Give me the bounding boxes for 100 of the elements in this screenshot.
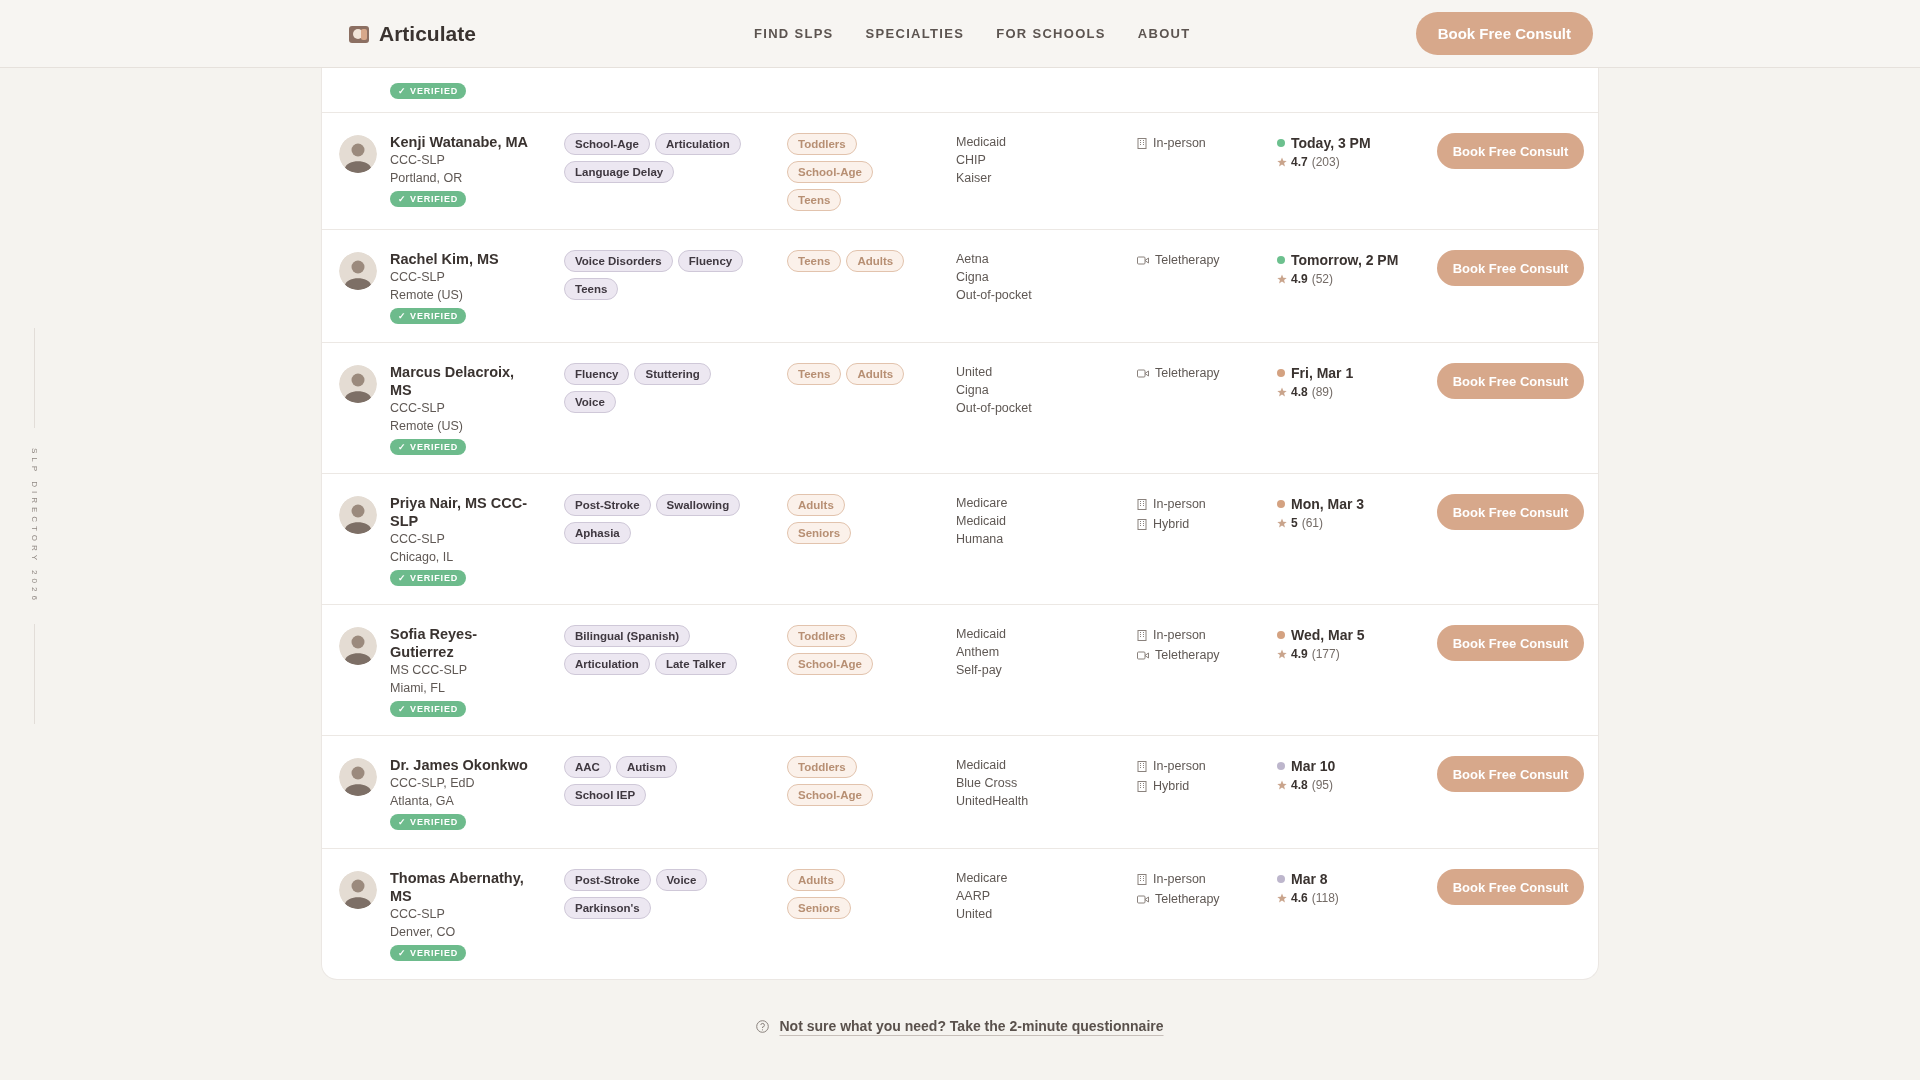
specialty-tag: Teens [564,278,619,300]
avatar [339,871,377,909]
book-consult-button[interactable]: Book Free Consult [1437,494,1584,530]
session-format: Teletherapy [1155,891,1220,908]
avatar [339,758,377,796]
specialty-tag: Voice [564,391,616,413]
verified-badge: ✓ VERIFIED [390,308,466,324]
star-icon [1277,893,1287,903]
avatar [339,135,377,173]
video-camera-icon [1137,368,1149,378]
specialty-tag: Post-Stroke [564,869,651,891]
location: Denver, CO [390,924,456,941]
book-consult-button[interactable]: Book Free Consult [1437,625,1584,661]
location: Chicago, IL [390,549,454,566]
insurance-name: Humana [956,531,1004,548]
specialty-tag: School IEP [564,784,647,806]
session-format: In-person [1153,496,1206,513]
specialty-tag: Articulation [564,653,650,675]
insurance-name: AARP [956,888,991,905]
star-icon [1277,157,1287,167]
specialty-tag: Aphasia [564,522,631,544]
avatar [339,627,377,665]
specialty-tag: Parkinson's [564,897,651,919]
insurance-name: United [956,906,993,923]
specialty-tag: Swallowing [655,494,741,516]
book-consult-button[interactable]: Book Free Consult [1437,133,1584,169]
insurance-name: UnitedHealth [956,793,1029,810]
credential: MS CCC-SLP [390,662,468,679]
avatar [339,252,377,290]
verified-badge: ✓ VERIFIED [390,439,466,455]
specialty-tag: Language Delay [564,161,675,183]
next-availability: Mar 10 [1291,758,1336,774]
insurance-name: Medicaid [956,513,1007,530]
star-icon [1277,387,1287,397]
age-group-tag: Toddlers [787,625,857,647]
rating: 4.7 [1291,155,1308,169]
insurance-name: Medicaid [956,757,1007,774]
insurance-name: Kaiser [956,170,992,187]
rating: 5 [1291,516,1298,530]
book-consult-button[interactable]: Book Free Consult [1437,756,1584,792]
provider-name: Priya Nair, MS CCC-SLP [390,494,528,530]
specialty-tag: Post-Stroke [564,494,651,516]
age-group-tag: Adults [787,869,845,891]
questionnaire-link[interactable]: Not sure what you need? Take the 2-minute questionnaire [779,1018,1164,1034]
age-group-tag: Seniors [787,897,852,919]
session-format: In-person [1153,135,1206,152]
insurance-name: Medicaid [956,134,1007,151]
star-icon [1277,518,1287,528]
building-icon [1137,873,1147,885]
location: Miami, FL [390,680,445,697]
provider-name: Rachel Kim, MS [390,250,500,268]
age-group-tag: Adults [787,494,845,516]
video-camera-icon [1137,255,1149,265]
next-availability: Mon, Mar 3 [1291,496,1365,512]
session-format: Teletherapy [1155,365,1220,382]
building-icon [1137,760,1147,772]
video-camera-icon [1137,650,1149,660]
star-icon [1277,274,1287,284]
book-consult-button[interactable]: Book Free Consult [1437,363,1584,399]
verified-badge: ✓ VERIFIED [390,83,466,99]
review-count: (95) [1311,778,1334,792]
session-format: In-person [1153,627,1206,644]
book-consult-button[interactable]: Book Free Consult [1437,869,1584,905]
insurance-name: Cigna [956,269,989,286]
verified-badge: ✓ VERIFIED [390,945,466,961]
rating: 4.9 [1291,272,1308,286]
specialty-tag: Voice [655,869,708,891]
specialty-tag: AAC [564,756,611,778]
building-icon [1137,498,1147,510]
nav-link[interactable]: FOR SCHOOLS [996,26,1106,41]
credential: CCC-SLP [390,269,445,286]
provider-name: Thomas Abernathy, MS [390,869,525,905]
next-availability: Wed, Mar 5 [1291,627,1365,643]
avatar [339,496,377,534]
insurance-name: Out-of-pocket [956,400,1032,417]
session-format: In-person [1153,871,1206,888]
nav-link[interactable]: ABOUT [1137,26,1191,41]
insurance-name: CHIP [956,152,986,169]
insurance-name: Self-pay [956,662,1002,679]
insurance-name: Blue Cross [956,775,1018,792]
session-format: Teletherapy [1155,647,1220,664]
session-format: In-person [1153,758,1206,775]
age-group-tag: School-Age [787,784,873,806]
building-icon [1137,137,1147,149]
book-consult-button[interactable]: Book Free Consult [1437,250,1584,286]
next-availability: Tomorrow, 2 PM [1291,252,1399,268]
session-format: Teletherapy [1155,252,1220,269]
insurance-name: Aetna [956,251,989,268]
star-icon [1277,649,1287,659]
credential: CCC-SLP [390,531,445,548]
next-availability: Mar 8 [1291,871,1328,887]
specialty-tag: School-Age [564,133,650,155]
verified-badge: ✓ VERIFIED [390,701,466,717]
specialty-tag: Late Talker [654,653,737,675]
provider-name: Marcus Delacroix, MS [390,363,516,399]
verified-badge: ✓ VERIFIED [390,191,466,207]
nav-link[interactable]: SPECIALTIES [865,26,965,41]
book-consult-button[interactable]: Book Free Consult [1415,12,1593,55]
nav-link[interactable]: FIND SLPS [754,26,834,41]
next-availability: Fri, Mar 1 [1291,365,1354,381]
